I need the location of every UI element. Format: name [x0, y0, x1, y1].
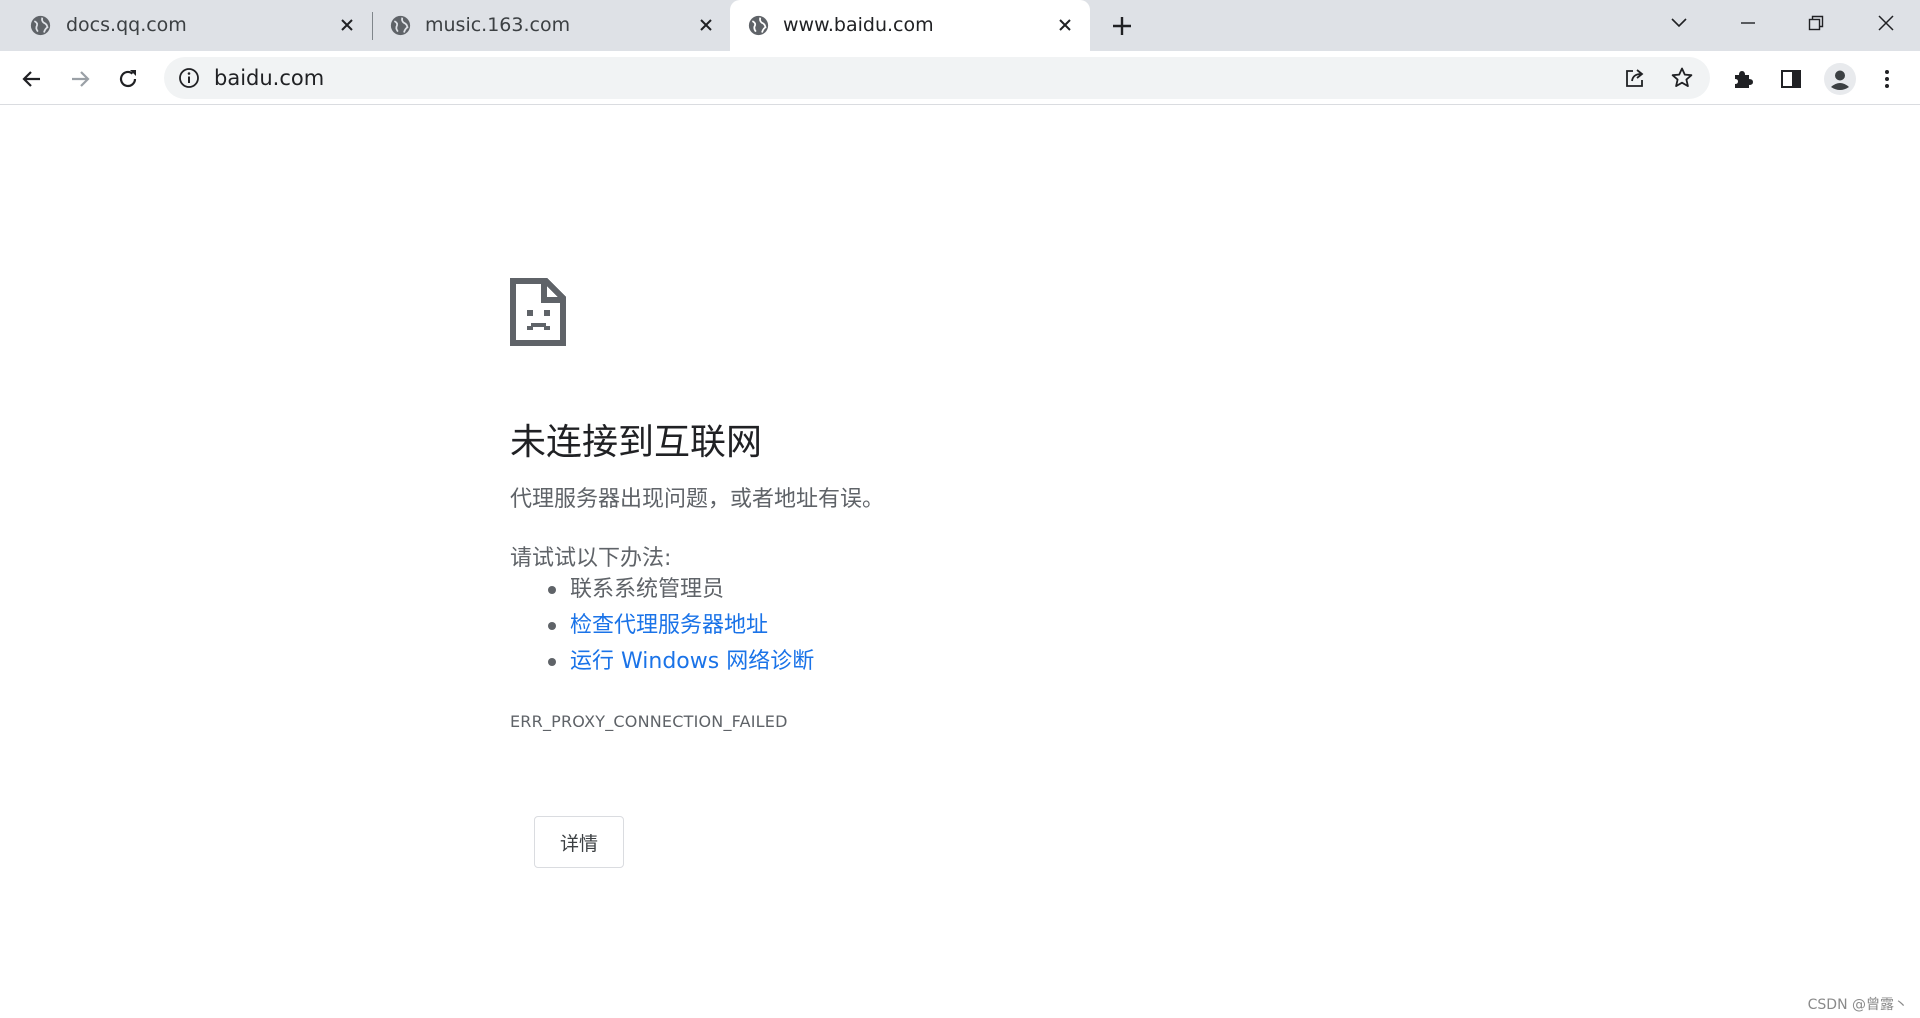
tab-baidu[interactable]: www.baidu.com: [730, 0, 1090, 51]
reload-icon: [119, 70, 137, 88]
restore-button[interactable]: [1792, 6, 1840, 40]
side-panel-button[interactable]: [1776, 64, 1806, 94]
puzzle-icon: [1735, 71, 1753, 88]
plus-icon: [1113, 17, 1131, 35]
details-button[interactable]: 详情: [534, 816, 624, 868]
suggestion-run-diagnostics-link[interactable]: 运行 Windows 网络诊断: [545, 647, 814, 683]
suggestions-list: 联系系统管理员 检查代理服务器地址 运行 Windows 网络诊断: [545, 575, 814, 683]
reload-button[interactable]: [113, 64, 143, 94]
browser-toolbar: baidu.com: [0, 51, 1920, 105]
chevron-down-icon: [1671, 18, 1687, 28]
suggestions-label: 请试试以下办法:: [510, 546, 672, 571]
close-tab-icon[interactable]: [695, 14, 717, 36]
tab-title: music.163.com: [425, 14, 571, 36]
address-bar[interactable]: baidu.com: [164, 57, 1710, 99]
info-icon[interactable]: [178, 67, 200, 89]
restore-icon: [1808, 15, 1824, 31]
bookmark-button[interactable]: [1669, 65, 1695, 91]
more-vertical-icon: [1885, 70, 1889, 88]
watermark: CSDN @曾露丶: [1807, 997, 1908, 1013]
close-tab-icon[interactable]: [1054, 14, 1076, 36]
close-icon: [1878, 15, 1894, 31]
suggestion-contact-admin: 联系系统管理员: [545, 575, 814, 611]
close-window-button[interactable]: [1862, 6, 1910, 40]
globe-icon: [748, 15, 769, 36]
minimize-icon: [1741, 22, 1755, 24]
suggestion-check-proxy-link[interactable]: 检查代理服务器地址: [545, 611, 814, 647]
url-text[interactable]: baidu.com: [214, 66, 324, 90]
tab-title: docs.qq.com: [66, 14, 187, 36]
tab-docs-qq[interactable]: docs.qq.com: [0, 0, 360, 51]
side-panel-icon: [1781, 70, 1801, 88]
error-page: 未连接到互联网 代理服务器出现问题，或者地址有误。 请试试以下办法: 联系系统管…: [0, 106, 1920, 1018]
star-icon: [1671, 67, 1693, 87]
forward-button[interactable]: [65, 64, 95, 94]
minimize-button[interactable]: [1724, 6, 1772, 40]
sad-page-icon: [510, 278, 566, 346]
tab-strip: docs.qq.com music.163.com www.baidu.com: [0, 0, 1920, 51]
extensions-button[interactable]: [1728, 64, 1758, 94]
tab-title: www.baidu.com: [783, 14, 934, 36]
avatar-icon: [1824, 63, 1856, 95]
arrow-left-icon: [22, 71, 40, 87]
menu-button[interactable]: [1872, 64, 1902, 94]
share-button[interactable]: [1622, 65, 1648, 91]
page-title: 未连接到互联网: [510, 422, 763, 463]
globe-icon: [30, 15, 51, 36]
tab-music-163[interactable]: music.163.com: [360, 0, 730, 51]
arrow-right-icon: [72, 71, 90, 87]
globe-icon: [390, 15, 411, 36]
new-tab-button[interactable]: [1108, 12, 1136, 40]
error-code: ERR_PROXY_CONNECTION_FAILED: [510, 712, 788, 731]
error-description: 代理服务器出现问题，或者地址有误。: [510, 487, 885, 512]
back-button[interactable]: [17, 64, 47, 94]
tab-search-button[interactable]: [1655, 6, 1703, 40]
share-icon: [1626, 69, 1644, 87]
profile-button[interactable]: [1824, 63, 1856, 95]
close-tab-icon[interactable]: [336, 14, 358, 36]
